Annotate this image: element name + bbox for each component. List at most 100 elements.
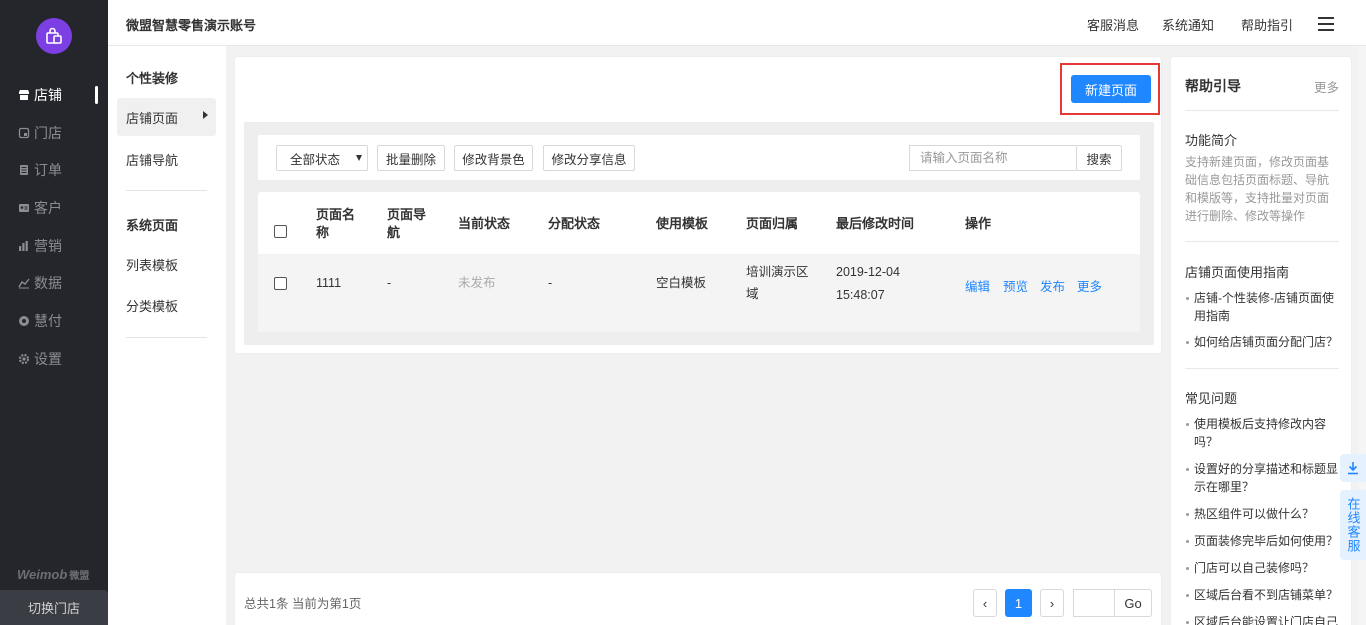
sidebar-item-customer[interactable]: 客户 xyxy=(0,190,108,226)
more-actions-link[interactable]: 更多 xyxy=(1077,276,1102,295)
sidebar-item-label: 数据 xyxy=(34,275,62,291)
help-faq-item[interactable]: 使用模板后支持修改内容吗？ xyxy=(1185,415,1341,451)
cell-template: 空白模板 xyxy=(656,276,707,290)
submenu-divider xyxy=(126,190,207,191)
change-share-info-button[interactable]: 修改分享信息 xyxy=(543,145,635,171)
sidebar-item-data[interactable]: 数据 xyxy=(0,265,108,301)
app-logo[interactable] xyxy=(36,18,72,54)
submenu-heading-decoration: 个性装修 xyxy=(126,71,179,86)
sidebar-item-label: 门店 xyxy=(34,125,62,141)
sidebar-item-label: 慧付 xyxy=(34,313,62,329)
sidebar-item-label: 店铺 xyxy=(34,87,62,103)
new-page-highlight: 新建页面 xyxy=(1060,63,1160,115)
go-button[interactable]: Go xyxy=(1114,589,1152,617)
shop-icon xyxy=(18,127,30,139)
page-1-button[interactable]: 1 xyxy=(1005,589,1032,617)
new-page-button[interactable]: 新建页面 xyxy=(1071,75,1151,103)
download-icon xyxy=(1348,462,1358,475)
pay-icon xyxy=(18,315,30,327)
help-guide-link[interactable]: 帮助指引 xyxy=(1241,15,1293,34)
prev-page-button[interactable]: ‹ xyxy=(973,589,997,617)
help-faq-item[interactable]: 热区组件可以做什么？ xyxy=(1185,505,1341,523)
weimob-brand-logo: Weimob 微盟 xyxy=(17,567,89,582)
top-bar: 微盟智慧零售演示账号 客服消息 系统通知 帮助指引 xyxy=(108,0,1366,46)
cell-page-name: 1111 xyxy=(316,276,342,290)
help-divider xyxy=(1185,110,1339,111)
submenu-item-list-template[interactable]: 列表模板 xyxy=(117,245,216,283)
dropdown-arrow-icon xyxy=(356,155,362,161)
filter-bar: 全部状态 批量删除 修改背景色 修改分享信息 搜索 xyxy=(258,135,1140,180)
sidebar-item-marketing[interactable]: 营销 xyxy=(0,228,108,264)
table-row: 1111 - 未发布 - 空白模板 培训演示区域 2019-12-04 15:4… xyxy=(258,254,1140,332)
help-faq-item[interactable]: 区域后台看不到店铺菜单？ xyxy=(1185,586,1341,604)
submenu-item-label: 店铺导航 xyxy=(126,152,179,168)
submenu-item-label: 分类模板 xyxy=(126,298,179,314)
active-indicator xyxy=(95,86,98,104)
help-intro-title: 功能简介 xyxy=(1185,133,1238,148)
sidebar-item-shop[interactable]: 门店 xyxy=(0,115,108,151)
sidebar-item-order[interactable]: 订单 xyxy=(0,152,108,188)
online-service-button[interactable]: 在线客服 xyxy=(1340,490,1366,560)
sidebar-item-pay[interactable]: 慧付 xyxy=(0,303,108,339)
brand-text: Weimob xyxy=(17,567,68,582)
sidebar-item-settings[interactable]: 设置 xyxy=(0,341,108,377)
sidebar-item-label: 营销 xyxy=(34,238,62,254)
help-more-link[interactable]: 更多 xyxy=(1314,77,1339,96)
sub-menu: 个性装修 店铺页面 店铺导航 系统页面 列表模板 分类模板 xyxy=(108,46,226,625)
cell-modified-time: 15:48:07 xyxy=(836,288,885,302)
content-area: 全部状态 批量删除 修改背景色 修改分享信息 搜索 页面名称 页面导航 当前状态… xyxy=(244,122,1154,345)
sidebar-item-store[interactable]: 店铺 xyxy=(0,77,108,113)
order-icon xyxy=(18,164,30,176)
settings-icon xyxy=(18,353,30,365)
hamburger-menu-icon[interactable] xyxy=(1318,17,1334,31)
help-faq-item[interactable]: 设置好的分享描述和标题显示在哪里？ xyxy=(1185,460,1341,496)
main-sidebar: 店铺 门店 订单 客户 营销 数据 慧付 设置 Weimob 微盟 切换门店 xyxy=(0,0,108,625)
data-icon xyxy=(18,277,30,289)
pagination-bar: 总共1条 当前为第1页 ‹ 1 › Go xyxy=(234,572,1162,625)
edit-link[interactable]: 编辑 xyxy=(965,276,990,295)
status-select[interactable]: 全部状态 xyxy=(276,145,368,171)
select-all-checkbox[interactable] xyxy=(274,225,287,238)
submenu-heading-system: 系统页面 xyxy=(126,218,179,233)
goto-page-input[interactable] xyxy=(1073,589,1115,617)
system-notifications-link[interactable]: 系统通知 xyxy=(1162,15,1214,34)
submenu-item-category-template[interactable]: 分类模板 xyxy=(117,286,216,324)
caret-right-icon xyxy=(203,111,208,119)
next-page-button[interactable]: › xyxy=(1040,589,1064,617)
help-faq-title: 常见问题 xyxy=(1185,391,1238,406)
account-name: 微盟智慧零售演示账号 xyxy=(126,18,257,33)
help-divider xyxy=(1185,368,1339,369)
submenu-item-store-nav[interactable]: 店铺导航 xyxy=(117,140,216,178)
brand-cn-text: 微盟 xyxy=(69,571,90,582)
download-button[interactable] xyxy=(1340,454,1366,482)
preview-link[interactable]: 预览 xyxy=(1003,276,1028,295)
cell-current-status: 未发布 xyxy=(458,276,496,290)
help-intro-desc: 支持新建页面，修改页面基础信息包括页面标题、导航和模版等，支持批量对页面进行删除… xyxy=(1185,155,1330,223)
change-background-button[interactable]: 修改背景色 xyxy=(454,145,533,171)
row-checkbox[interactable] xyxy=(274,277,287,290)
help-panel: 帮助引导 更多 功能简介 支持新建页面，修改页面基础信息包括页面标题、导航和模版… xyxy=(1170,56,1352,625)
submenu-item-store-pages[interactable]: 店铺页面 xyxy=(117,98,216,136)
sidebar-item-label: 订单 xyxy=(34,162,62,178)
cell-page-nav: - xyxy=(387,276,392,290)
search-button[interactable]: 搜索 xyxy=(1076,145,1122,171)
help-guide-item[interactable]: 店铺-个性装修-店铺页面使用指南 xyxy=(1185,289,1341,325)
publish-link[interactable]: 发布 xyxy=(1040,276,1065,295)
sidebar-item-label: 客户 xyxy=(34,200,62,216)
switch-store-button[interactable]: 切换门店 xyxy=(0,590,108,625)
customer-service-messages-link[interactable]: 客服消息 xyxy=(1087,15,1139,34)
submenu-item-label: 店铺页面 xyxy=(126,110,179,126)
batch-delete-button[interactable]: 批量删除 xyxy=(377,145,445,171)
help-guide-item[interactable]: 如何给店铺页面分配门店？ xyxy=(1185,333,1341,351)
submenu-divider xyxy=(126,337,207,338)
cell-owner: 培训演示区域 xyxy=(746,265,809,301)
column-header-page-nav: 页面导航 xyxy=(387,207,427,240)
help-faq-item[interactable]: 门店可以自己装修吗？ xyxy=(1185,559,1341,577)
page-name-search-input[interactable] xyxy=(909,145,1076,171)
help-faq-item[interactable]: 区域后台能设置让门店自己 xyxy=(1185,613,1341,625)
column-header-current-status: 当前状态 xyxy=(458,216,511,231)
store-pages-panel: 新建页面 全部状态 批量删除 修改背景色 修改分享信息 搜索 页面名称 页面导航… xyxy=(234,56,1162,354)
help-faq-item[interactable]: 页面装修完毕后如何使用？ xyxy=(1185,532,1341,550)
store-icon xyxy=(18,89,30,101)
column-header-page-name: 页面名称 xyxy=(316,207,356,240)
